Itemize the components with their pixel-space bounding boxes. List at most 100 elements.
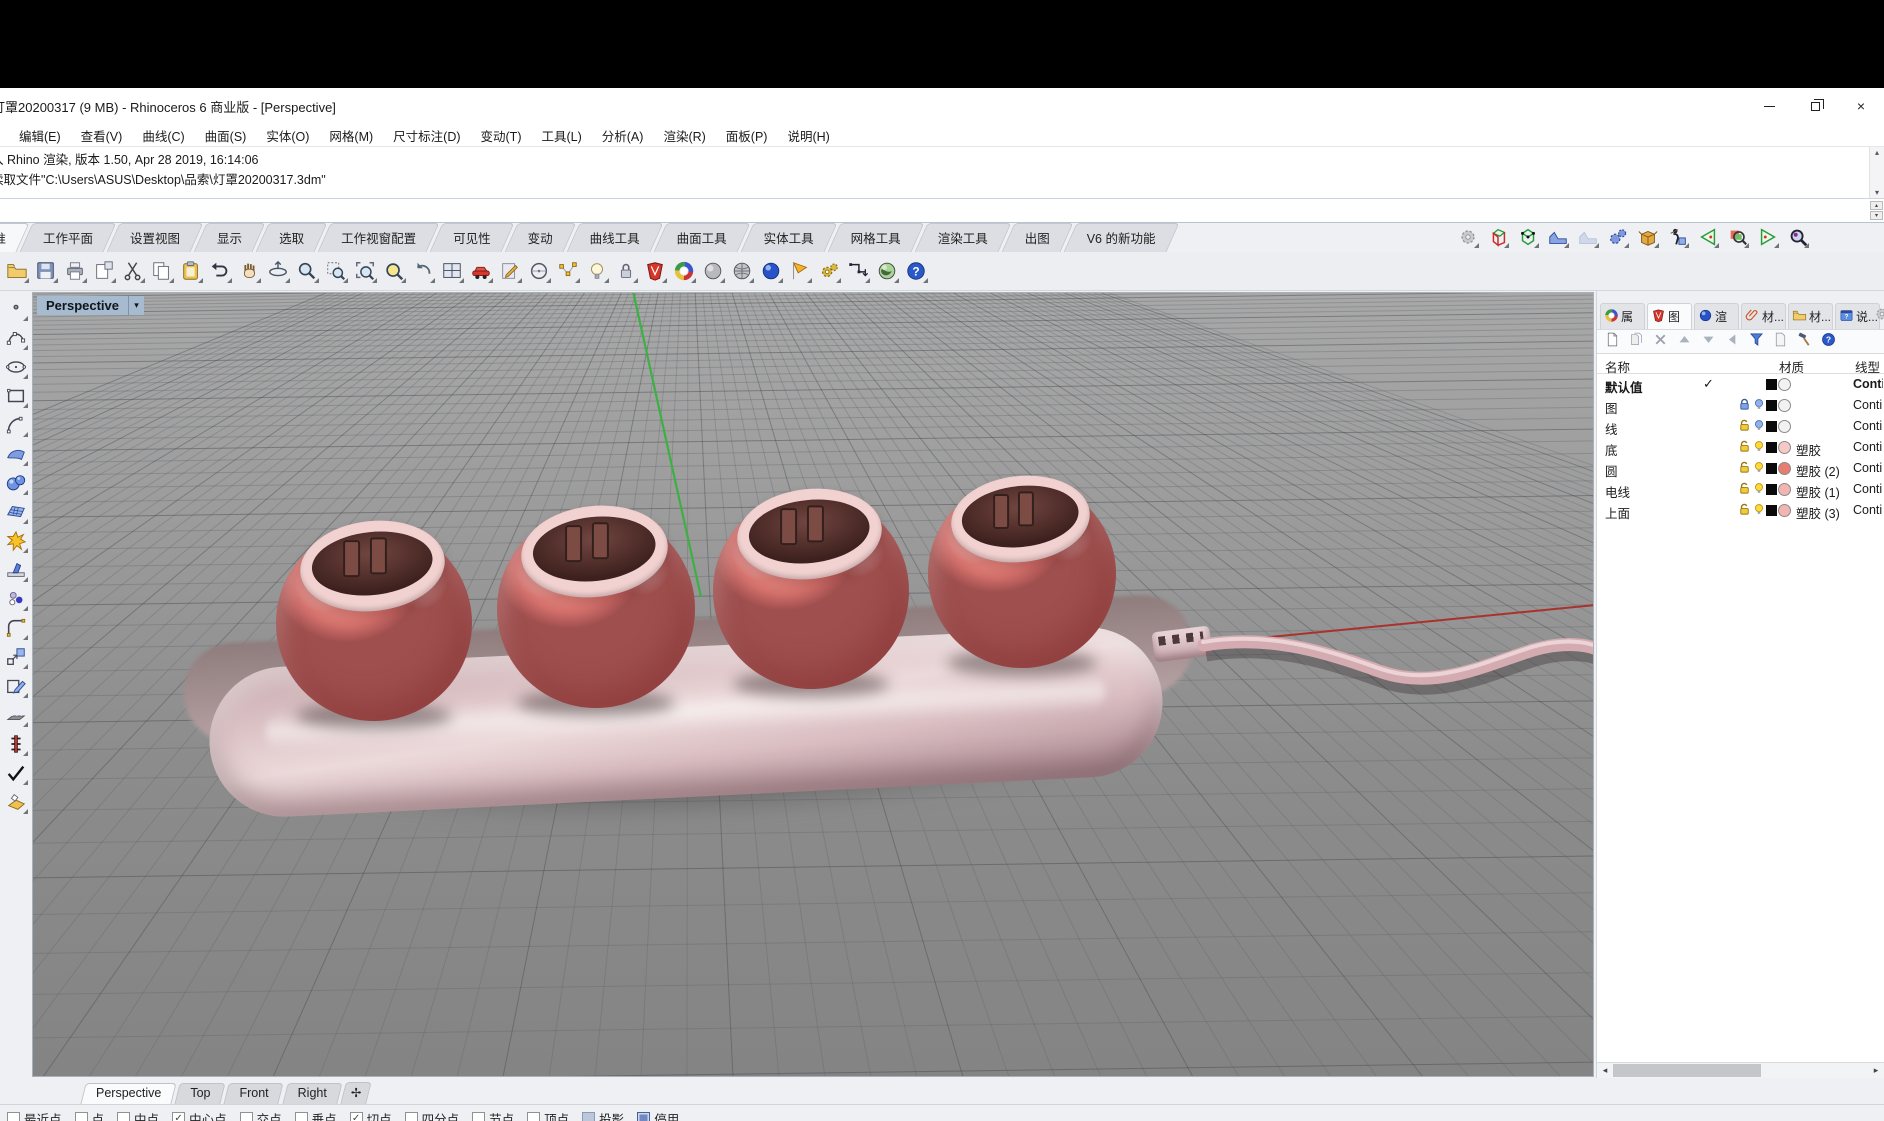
menu-item-R[interactable]: 渲染(R)	[653, 124, 715, 147]
fillet-tool-button[interactable]	[2, 615, 29, 641]
lamp-sphere[interactable]	[497, 510, 695, 708]
box-open-icon[interactable]	[1635, 224, 1660, 249]
osnap-checkbox[interactable]	[117, 1112, 130, 1121]
osnap-chk[interactable]: ✓中心点	[172, 1109, 227, 1121]
layer-row[interactable]: 上面塑胶 (3)Continuous	[1597, 500, 1884, 521]
scale2-tool-button[interactable]	[2, 644, 29, 670]
panel-tab-材[interactable]: 材...	[1788, 303, 1833, 329]
menu-item-F[interactable]: 文件(F)	[0, 124, 9, 147]
layer-tool-doc-new[interactable]	[1604, 331, 1621, 353]
undo-button[interactable]	[207, 258, 233, 284]
menu-item-P[interactable]: 面板(P)	[716, 124, 778, 147]
toolbar-tab[interactable]: 曲线工具	[573, 223, 657, 252]
material-color-circle[interactable]	[1778, 483, 1791, 496]
scroll-right-icon[interactable]: ▸	[1868, 1063, 1884, 1078]
toolbar-tab[interactable]: 工作视窗配置	[324, 223, 433, 252]
menu-item-E[interactable]: 编辑(E)	[9, 124, 71, 147]
copy-button[interactable]	[149, 258, 175, 284]
viewport-title-label[interactable]: Perspective	[37, 296, 128, 315]
osnap-un[interactable]: 点	[75, 1109, 105, 1121]
miner-icon[interactable]	[1665, 224, 1690, 249]
zoom-button[interactable]	[294, 258, 320, 284]
layer-tool-tri-down-s[interactable]	[1700, 331, 1717, 353]
bulb-icon[interactable]	[1753, 398, 1765, 413]
add-viewport-tab-button[interactable]: ✢	[343, 1082, 369, 1104]
save-button[interactable]	[33, 258, 59, 284]
menu-item-L[interactable]: 工具(L)	[531, 124, 591, 147]
viewport-title-dropdown[interactable]: ▾	[128, 296, 144, 315]
menu-item-T[interactable]: 变动(T)	[471, 124, 532, 147]
material-color-circle[interactable]	[1778, 504, 1791, 517]
toolbar-tab[interactable]: 网格工具	[834, 223, 918, 252]
circle-tool-button[interactable]	[526, 258, 552, 284]
bulb-button[interactable]	[584, 258, 610, 284]
print-button[interactable]	[62, 258, 88, 284]
lamp-sphere[interactable]	[713, 493, 909, 689]
layer-color-swatch[interactable]	[1766, 505, 1777, 516]
layer-tool-x-gray[interactable]	[1652, 331, 1669, 353]
gears-blue-icon[interactable]	[1605, 224, 1630, 249]
rectangle-tool-button[interactable]	[2, 383, 29, 409]
layer-name[interactable]: 电线	[1605, 482, 1630, 501]
panel-tab-渲[interactable]: 渲	[1694, 303, 1739, 329]
osnap-un[interactable]: 垂点	[295, 1109, 337, 1121]
viewport-tab-perspective[interactable]: Perspective	[83, 1083, 174, 1104]
toolbar-tab[interactable]: 渲染工具	[921, 223, 1005, 252]
lock-icon[interactable]	[1738, 482, 1751, 498]
paste-button[interactable]	[178, 258, 204, 284]
toolbar-tab[interactable]: 显示	[200, 223, 259, 252]
lock-icon[interactable]	[1738, 398, 1751, 414]
ramp-blue-icon[interactable]	[1545, 224, 1570, 249]
osnap-chk[interactable]: ✓切点	[350, 1109, 392, 1121]
material-color-circle[interactable]	[1778, 420, 1791, 433]
osnap-un[interactable]: 最近点	[7, 1109, 62, 1121]
gear-gray-icon[interactable]	[1455, 224, 1480, 249]
history-scrollbar[interactable]: ▴▾	[1869, 147, 1884, 198]
zoom-selected-button[interactable]	[352, 258, 378, 284]
menu-item-C[interactable]: 曲线(C)	[132, 124, 194, 147]
lock-icon[interactable]	[1738, 461, 1751, 477]
scroll-left-icon[interactable]: ◂	[1597, 1063, 1613, 1078]
material-color-circle[interactable]	[1778, 399, 1791, 412]
menu-item-O[interactable]: 实体(O)	[256, 124, 319, 147]
menu-item-M[interactable]: 网格(M)	[319, 124, 383, 147]
osnap-checkbox[interactable]	[75, 1112, 88, 1121]
toolbar-tab[interactable]: 变动	[511, 223, 570, 252]
flag-button[interactable]	[787, 258, 813, 284]
layer-linetype[interactable]: Continuous	[1853, 461, 1883, 475]
plan-pencil-tool-button[interactable]	[2, 673, 29, 699]
material-color-circle[interactable]	[1778, 441, 1791, 454]
mag-purple-icon[interactable]	[1785, 224, 1810, 249]
view-undo-button[interactable]	[410, 258, 436, 284]
bulb-icon[interactable]	[1753, 482, 1765, 497]
toolbar-tab[interactable]: 选取	[262, 223, 321, 252]
help-button[interactable]: ?	[903, 258, 929, 284]
layer-color-swatch[interactable]	[1766, 400, 1777, 411]
zoom-extents-button[interactable]	[381, 258, 407, 284]
layer-tool-help-blue[interactable]: ?	[1820, 331, 1837, 353]
layer-color-swatch[interactable]	[1766, 484, 1777, 495]
material-name[interactable]: 塑胶 (3)	[1796, 503, 1852, 522]
bulb-icon[interactable]	[1753, 419, 1765, 434]
pen-surface-tool-button[interactable]	[2, 789, 29, 815]
cube-green-icon[interactable]	[1515, 224, 1540, 249]
panel-tab-属[interactable]: 属	[1600, 303, 1645, 329]
ramp-faded-icon[interactable]	[1575, 224, 1600, 249]
toolbar-tab[interactable]: 曲面工具	[660, 223, 744, 252]
pan-button[interactable]	[236, 258, 262, 284]
restore-button[interactable]	[1792, 88, 1838, 124]
osnap-checkbox[interactable]	[295, 1112, 308, 1121]
osnap-fill[interactable]: 投影	[582, 1109, 624, 1121]
gears-button[interactable]	[816, 258, 842, 284]
layer-linetype[interactable]: Continuous	[1853, 503, 1883, 517]
bulb-icon[interactable]	[1753, 503, 1765, 518]
osnap-checkbox[interactable]	[527, 1112, 540, 1121]
cut-button[interactable]	[120, 258, 146, 284]
lamp-sphere[interactable]	[276, 525, 472, 721]
export-button[interactable]	[91, 258, 117, 284]
check-big-tool-button[interactable]	[2, 760, 29, 786]
zoom-window-button[interactable]	[323, 258, 349, 284]
layer-color-swatch[interactable]	[1766, 379, 1777, 390]
toolbar-tab[interactable]: 实体工具	[747, 223, 831, 252]
menu-item-H[interactable]: 说明(H)	[777, 124, 839, 147]
